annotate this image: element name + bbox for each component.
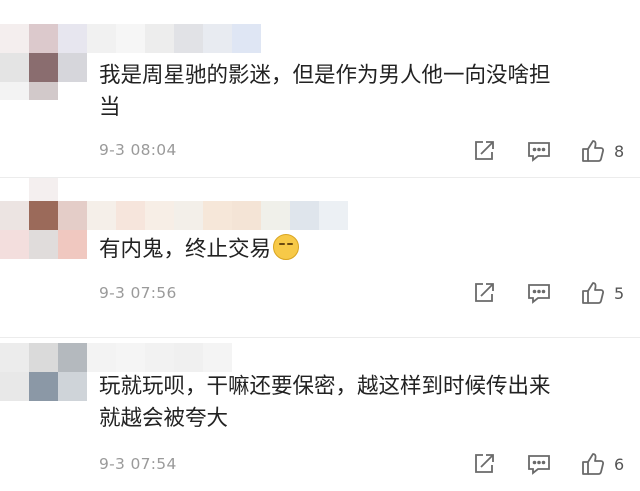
thumbs-up-icon[interactable] [580, 451, 606, 477]
like-count: 5 [614, 284, 625, 303]
smirk-emoji-icon [273, 234, 300, 260]
like-count: 6 [614, 455, 625, 474]
comment-icon[interactable] [526, 138, 552, 164]
comment-text-line: 有内鬼，终止交易 [99, 237, 272, 262]
comment-text: 玩就玩呗，干嘛还要保密，越这样到时候传出来 就越会被夸大 [99, 371, 620, 435]
comment-text-line: 就越会被夸大 [99, 406, 229, 431]
thumbs-up-icon[interactable] [580, 138, 606, 164]
comment-timestamp: 9-3 07:54 [99, 455, 177, 473]
comment-timestamp: 9-3 08:04 [99, 141, 177, 159]
like-count: 8 [614, 142, 625, 161]
repost-icon[interactable] [471, 280, 497, 306]
comment-text-line: 当 [99, 95, 121, 120]
comment-item-2: 有内鬼，终止交易 9-3 07:56 5 [0, 178, 640, 338]
comment-icon[interactable] [526, 451, 552, 477]
repost-icon[interactable] [471, 451, 497, 477]
comment-item-3: 玩就玩呗，干嘛还要保密，越这样到时候传出来 就越会被夸大 9-3 07:54 6 [0, 338, 640, 491]
repost-icon[interactable] [471, 138, 497, 164]
comment-item-1: 我是周星驰的影迷，但是作为男人他一向没啥担 当 9-3 08:04 8 [0, 0, 640, 178]
thumbs-up-icon[interactable] [580, 280, 606, 306]
comment-timestamp: 9-3 07:56 [99, 284, 177, 302]
comment-text-line: 玩就玩呗，干嘛还要保密，越这样到时候传出来 [99, 374, 551, 399]
comment-text: 我是周星驰的影迷，但是作为男人他一向没啥担 当 [99, 60, 620, 124]
comment-text-line: 我是周星驰的影迷，但是作为男人他一向没啥担 [99, 63, 551, 88]
comment-icon[interactable] [526, 280, 552, 306]
comment-text: 有内鬼，终止交易 [99, 234, 620, 266]
